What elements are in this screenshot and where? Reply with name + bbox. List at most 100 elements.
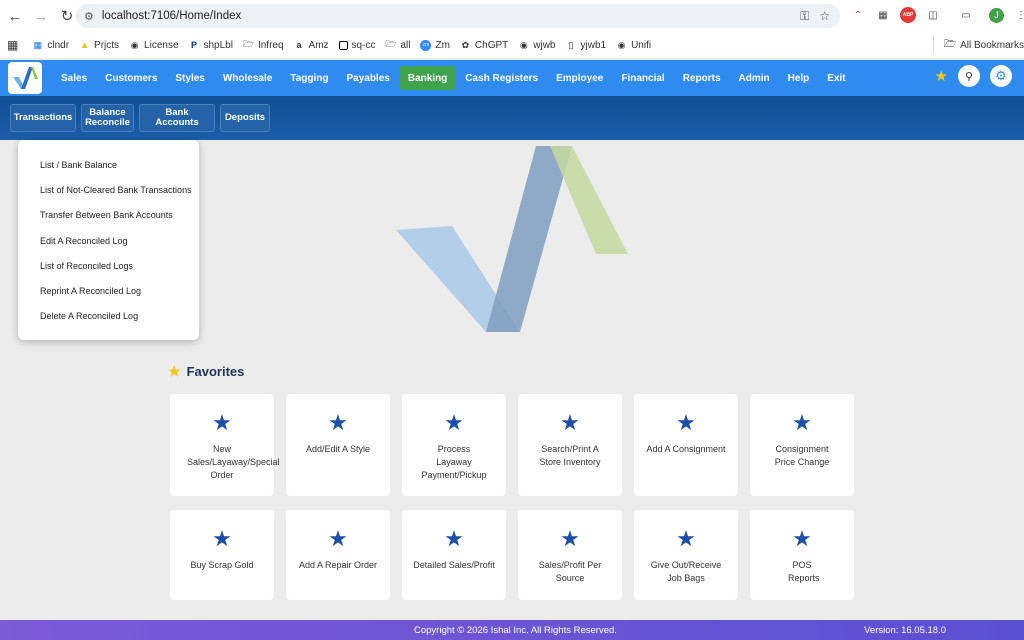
subnav-deposits[interactable]: Deposits [220, 104, 270, 132]
favorite-card[interactable]: ★ Process Layaway Payment/Pickup [402, 394, 506, 496]
favorite-label: Give Out/Receive Job Bags [650, 560, 722, 583]
apps-grid-icon[interactable]: ▦ [7, 38, 18, 52]
site-info-icon[interactable]: ⚙ [84, 10, 94, 23]
menu-item-reprint-reconciled-log[interactable]: Reprint A Reconciled Log [18, 278, 199, 303]
bookmark-prjcts[interactable]: ▲ Prjcts [79, 40, 119, 51]
nav-cash-registers[interactable]: Cash Registers [456, 66, 547, 90]
bookmark-amz[interactable]: a Amz [294, 40, 329, 51]
folder-icon: 🗁 [385, 39, 397, 49]
globe-icon: ◉ [130, 39, 139, 50]
favorite-card[interactable]: ★ POS Reports [750, 510, 854, 600]
favorite-card[interactable]: ★ Add A Consignment [634, 394, 738, 496]
bookmark-yjwb1[interactable]: ▯ yjwb1 [566, 40, 607, 51]
nav-payables[interactable]: Payables [337, 66, 398, 90]
favorite-card[interactable]: ★ New Sales/Layaway/Special Order [170, 394, 280, 496]
nav-employee[interactable]: Employee [547, 66, 612, 90]
folder-icon: 🗁 [242, 39, 255, 49]
favorite-card[interactable]: ★ Detailed Sales/Profit [402, 510, 506, 600]
bookmark-unifi[interactable]: ◉ Unifi [616, 40, 651, 51]
favorite-card[interactable]: ★ Give Out/Receive Job Bags [634, 510, 738, 600]
footer: Copyright © 2026 Ishal Inc. All Rights R… [0, 620, 1024, 640]
nav-tagging[interactable]: Tagging [281, 66, 337, 90]
star-icon: ★ [676, 410, 696, 435]
bookmark-zm[interactable]: zm Zm [420, 39, 450, 51]
favorite-label: Add A Repair Order [298, 560, 378, 570]
bookmark-license[interactable]: ◉ License [129, 39, 179, 51]
nav-customers[interactable]: Customers [96, 66, 166, 90]
star-icon: ★ [212, 410, 232, 435]
address-bar[interactable]: ⚙ localhost:7106/Home/Index ⚿ ☆ [76, 4, 840, 28]
bookmark-all[interactable]: 🗁 all [385, 39, 410, 51]
menu-item-list-reconciled-logs[interactable]: List of Reconciled Logs [18, 253, 199, 278]
star-icon: ★ [328, 526, 348, 551]
subnav-balance-reconcile[interactable]: Balance Reconcile [81, 104, 134, 132]
browser-menu-icon[interactable]: ⋮ [1013, 7, 1024, 23]
favorite-card[interactable]: ★ Add/Edit A Style [286, 394, 390, 496]
amazon-icon: a [296, 40, 302, 50]
reconcile-label: Reconcile [85, 117, 130, 128]
extension-chart-icon[interactable]: ⌃ [850, 7, 866, 23]
drive-icon: ▲ [80, 40, 89, 50]
extensions-puzzle-icon[interactable]: ◫ [925, 7, 941, 23]
menu-item-edit-reconciled-log[interactable]: Edit A Reconciled Log [18, 228, 199, 253]
app-logo[interactable] [8, 62, 42, 94]
subnav-bank-accounts[interactable]: Bank Accounts [139, 104, 215, 132]
nav-financial[interactable]: Financial [612, 66, 673, 90]
folder-icon: 🗁 [943, 38, 957, 50]
favorite-label: Sales/Profit Per Source [538, 560, 602, 583]
menu-item-delete-reconciled-log[interactable]: Delete A Reconciled Log [18, 304, 199, 329]
side-panel-icon[interactable]: ▭ [958, 7, 974, 23]
copyright-text: Copyright © 2026 Ishal Inc. All Rights R… [414, 624, 617, 636]
nav-exit[interactable]: Exit [818, 66, 854, 90]
nav-admin[interactable]: Admin [730, 66, 779, 90]
nav-wholesale[interactable]: Wholesale [214, 66, 281, 90]
search-icon[interactable]: ⚲ [958, 65, 980, 87]
watermark-logo [396, 146, 628, 332]
favorite-card[interactable]: ★ Add A Repair Order [286, 510, 390, 600]
favorite-label: New Sales/Layaway/Special Order [187, 444, 280, 480]
globe-icon: ◉ [519, 39, 528, 50]
nav-reports[interactable]: Reports [674, 66, 730, 90]
bookmark-infreq[interactable]: 🗁 Infreq [242, 39, 284, 51]
settings-gear-icon[interactable]: ⚙ [990, 65, 1012, 87]
url-text: localhost:7106/Home/Index [101, 10, 242, 22]
menu-item-not-cleared-transactions[interactable]: List of Not-Cleared Bank Transactions [18, 177, 199, 202]
bookmark-clndr[interactable]: ▦ clndr [32, 40, 69, 51]
all-bookmarks[interactable]: 🗁 All Bookmarks [932, 36, 1024, 54]
bookmark-wjwb[interactable]: ◉ wjwb [518, 39, 556, 51]
password-key-icon[interactable]: ⚿ [800, 9, 809, 24]
adblock-icon[interactable]: ABP [900, 7, 916, 23]
subnav-transactions[interactable]: Transactions [10, 104, 76, 132]
favorite-card[interactable]: ★ Sales/Profit Per Source [518, 510, 622, 600]
bookmark-sq-cc[interactable]: sq-cc [338, 40, 375, 51]
favorite-label: Detailed Sales/Profit [413, 560, 495, 570]
reload-icon[interactable]: ↻ [56, 5, 78, 27]
favorites-star-icon[interactable]: ★ [935, 67, 948, 85]
star-icon: ★ [328, 410, 348, 435]
back-icon[interactable]: ← [4, 5, 26, 27]
favorites-title: Favorites [186, 364, 245, 379]
nav-styles[interactable]: Styles [166, 66, 213, 90]
page-icon: ▯ [568, 39, 574, 50]
nav-sales[interactable]: Sales [52, 66, 96, 90]
bookmark-chgpt[interactable]: ✿ ChGPT [460, 39, 509, 51]
square-icon [338, 40, 348, 50]
nav-help[interactable]: Help [779, 66, 819, 90]
menu-item-transfer-between-accounts[interactable]: Transfer Between Bank Accounts [18, 203, 199, 228]
calendar-icon: ▦ [33, 39, 43, 50]
bookmark-shplbl[interactable]: PshpLbl [189, 40, 233, 51]
globe-icon: ◉ [617, 39, 626, 50]
profile-avatar[interactable]: J [989, 7, 1004, 23]
chatgpt-icon: ✿ [461, 39, 470, 50]
favorite-card[interactable]: ★ Search/Print A Store Inventory [518, 394, 622, 496]
menu-item-list-bank-balance[interactable]: List / Bank Balance [18, 152, 199, 177]
version-text: Version: 16.05.18.0 [864, 624, 946, 636]
forward-icon[interactable]: → [30, 5, 52, 27]
favorite-card[interactable]: ★ Consignment Price Change [750, 394, 854, 496]
bookmark-star-icon[interactable]: ☆ [819, 9, 830, 24]
paypal-icon: P [190, 40, 197, 50]
favorite-card[interactable]: ★ Buy Scrap Gold [170, 510, 274, 600]
favorites-star-icon: ★ [168, 363, 181, 379]
nav-banking[interactable]: Banking [398, 66, 457, 90]
extension-qr-icon[interactable]: ▦ [875, 7, 891, 23]
